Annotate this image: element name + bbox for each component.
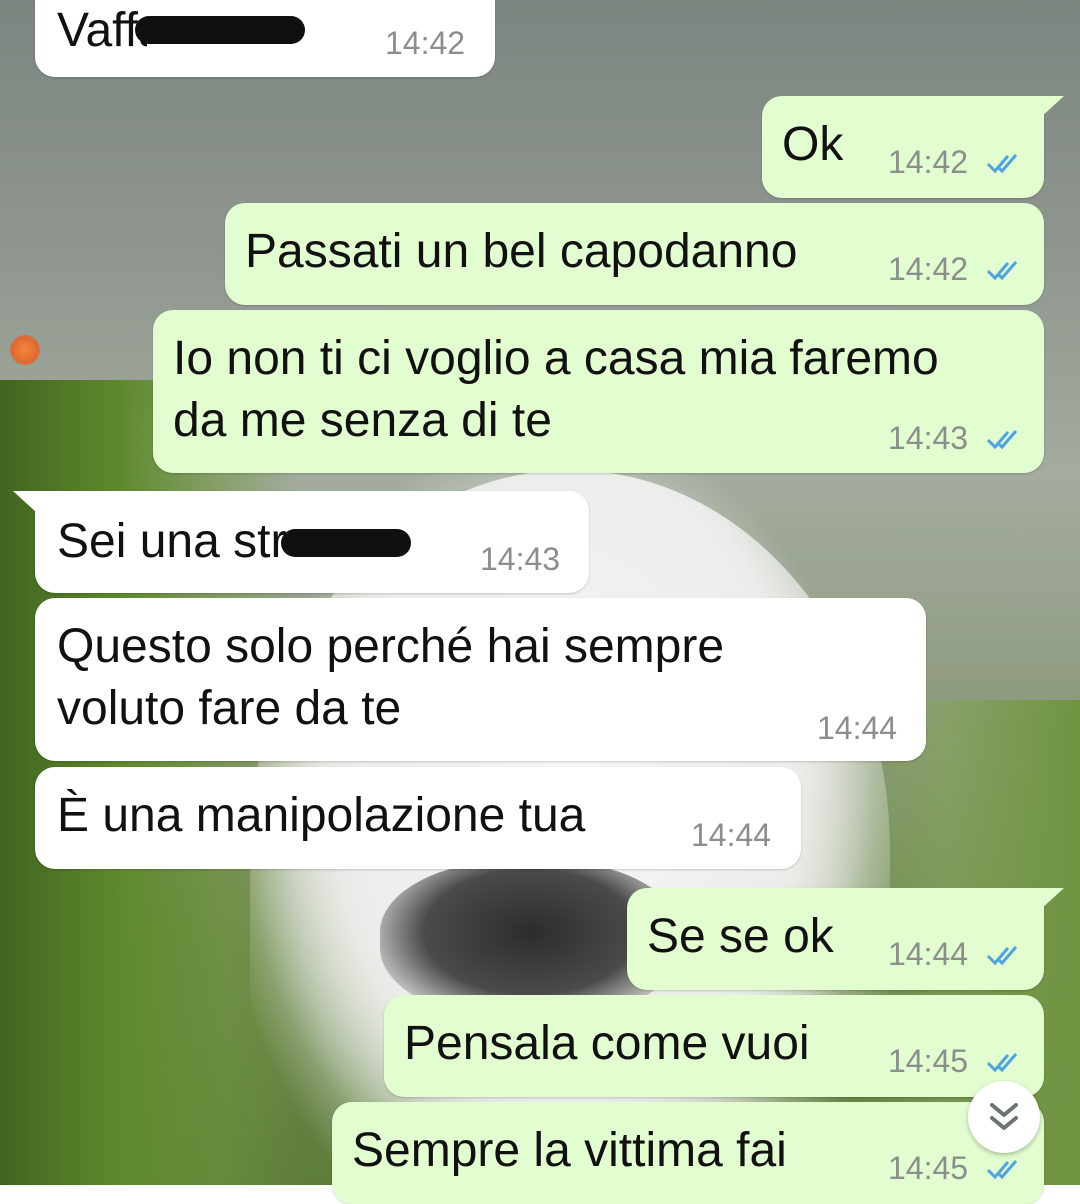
message-text: Ok (782, 118, 844, 171)
message-text-line-2: da me senza di te (173, 394, 552, 447)
message-incoming[interactable]: È una manipolazione tua 14:44 (35, 767, 801, 869)
message-outgoing[interactable]: Passati un bel capodanno 14:42 (225, 203, 1044, 305)
message-outgoing[interactable]: Se se ok 14:44 (627, 888, 1044, 990)
bubble-tail (1040, 96, 1064, 118)
message-time: 14:44 (817, 710, 898, 746)
message-text-line-2: voluto fare da te (57, 682, 402, 735)
message-text: Se se ok (647, 910, 834, 963)
message-time: 14:45 (888, 1150, 969, 1186)
message-outgoing[interactable]: Io non ti ci voglio a casa mia faremo da… (153, 310, 1044, 473)
scroll-to-bottom-button[interactable] (968, 1081, 1040, 1153)
message-text: Sempre la vittima fai (352, 1124, 787, 1177)
redaction-mark (135, 16, 305, 44)
message-time: 14:43 (480, 541, 561, 577)
message-text-line-1: Io non ti ci voglio a casa mia faremo (173, 332, 939, 385)
message-text: Passati un bel capodanno (245, 225, 798, 278)
message-time: 14:44 (888, 936, 969, 972)
message-text: Sei una str (57, 515, 287, 568)
message-incoming[interactable]: Sei una str 14:43 (35, 491, 589, 593)
message-outgoing[interactable]: Pensala come vuoi 14:45 (384, 995, 1044, 1097)
double-check-icon (986, 154, 1018, 174)
message-text: Vaffanculo (57, 4, 147, 57)
double-check-icon (986, 261, 1018, 281)
message-text: È una manipolazione tua (57, 789, 586, 842)
wallpaper-flower (10, 335, 40, 365)
message-time: 14:42 (888, 144, 969, 180)
double-check-icon (986, 1053, 1018, 1073)
message-time: 14:43 (888, 420, 969, 456)
bubble-tail (13, 491, 37, 513)
double-check-icon (986, 946, 1018, 966)
message-incoming[interactable]: Questo solo perché hai sempre voluto far… (35, 598, 926, 761)
double-chevron-down-icon (990, 1103, 1018, 1130)
message-time: 14:44 (691, 817, 772, 853)
message-text: Pensala come vuoi (404, 1017, 810, 1070)
bubble-tail (1040, 888, 1064, 910)
message-incoming[interactable]: Vaffanculo 14:42 (35, 0, 495, 77)
redaction-mark (281, 529, 411, 557)
double-check-icon (986, 1160, 1018, 1180)
message-time: 14:42 (888, 251, 969, 287)
message-outgoing[interactable]: Ok 14:42 (762, 96, 1044, 198)
message-time: 14:45 (888, 1043, 969, 1079)
message-text-line-1: Questo solo perché hai sempre (57, 620, 725, 673)
double-check-icon (986, 430, 1018, 450)
message-time: 14:42 (385, 25, 466, 61)
message-outgoing[interactable]: Sempre la vittima fai 14:45 (332, 1102, 1044, 1204)
